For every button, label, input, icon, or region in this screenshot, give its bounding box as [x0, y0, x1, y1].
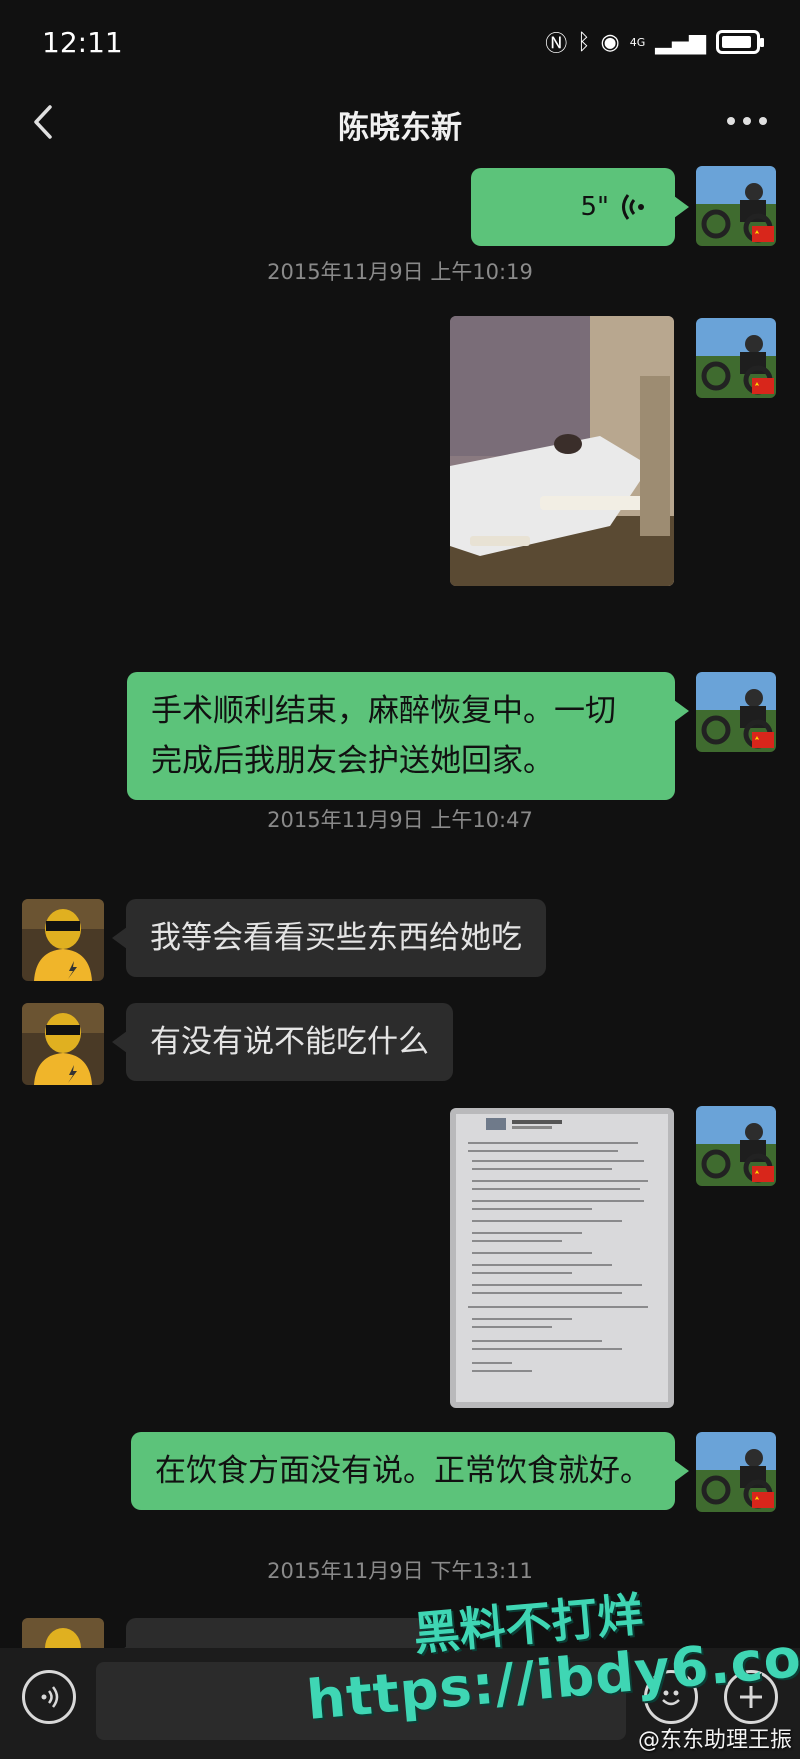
- status-time: 12:11: [42, 26, 123, 59]
- message-text-line: 完成后我朋友会护送她回家。: [151, 743, 554, 779]
- voice-input-icon: [41, 1686, 59, 1708]
- voice-duration: 5": [580, 192, 609, 222]
- message-row: [0, 316, 800, 592]
- timestamp: 2015年11月9日 上午10:19: [267, 260, 533, 284]
- my-avatar[interactable]: [696, 1106, 776, 1186]
- message-list[interactable]: 5" 2015年11月9日 上午10:19 手术顺利结束，麻醉恢复中。一切 完成…: [0, 158, 800, 1648]
- message-text: 我等会看看买些东西给她吃: [150, 920, 522, 956]
- status-icons: Ⓝ ᛒ ◉ 4G ▂▄▆: [545, 26, 764, 58]
- message-row: 我等会看看买些东西给她吃: [0, 899, 800, 981]
- contact-avatar[interactable]: [22, 1003, 104, 1085]
- chat-header: 陈晓东新: [0, 86, 800, 158]
- text-message-bubble[interactable]: 在饮食方面没有说。正常饮食就好。: [131, 1432, 689, 1510]
- chat-title: 陈晓东新: [338, 110, 462, 146]
- message-row: 手术顺利结束，麻醉恢复中。一切 完成后我朋友会护送她回家。: [0, 672, 800, 800]
- contact-avatar[interactable]: [22, 899, 104, 981]
- text-message-bubble[interactable]: [112, 1618, 426, 1648]
- my-avatar[interactable]: [696, 166, 776, 246]
- document-photo-message[interactable]: [450, 1108, 674, 1408]
- battery-icon: [716, 30, 764, 54]
- watermark-credit: @东东助理王振: [637, 1728, 792, 1753]
- message-text: 有没有说不能吃什么: [150, 1024, 429, 1060]
- signal-icon: ▂▄▆: [655, 29, 706, 55]
- message-text-line: 手术顺利结束，麻醉恢复中。一切: [151, 693, 616, 729]
- timestamp: 2015年11月9日 下午13:11: [267, 1559, 533, 1583]
- voice-input-button[interactable]: [22, 1670, 76, 1724]
- voice-wave-icon: [622, 194, 644, 220]
- text-message-bubble[interactable]: 有没有说不能吃什么: [112, 1003, 453, 1081]
- text-message-bubble[interactable]: 我等会看看买些东西给她吃: [112, 899, 546, 977]
- my-avatar[interactable]: [696, 672, 776, 752]
- message-row: [0, 1106, 800, 1408]
- message-text: 在饮食方面没有说。正常饮食就好。: [155, 1453, 651, 1489]
- text-message-bubble[interactable]: 手术顺利结束，麻醉恢复中。一切 完成后我朋友会护送她回家。: [127, 672, 689, 800]
- battery-level: [722, 36, 751, 48]
- message-row: 5": [0, 166, 800, 258]
- status-bar: 12:11 Ⓝ ᛒ ◉ 4G ▂▄▆: [0, 0, 800, 86]
- nfc-icon: Ⓝ: [545, 32, 568, 57]
- photo-message[interactable]: [450, 316, 674, 586]
- my-avatar[interactable]: [696, 318, 776, 398]
- contact-avatar[interactable]: [22, 1618, 104, 1648]
- timestamp: 2015年11月9日 上午10:47: [267, 808, 533, 832]
- network-type: 4G: [629, 35, 646, 49]
- my-avatar[interactable]: [696, 1432, 776, 1512]
- voice-message-bubble[interactable]: 5": [471, 168, 689, 246]
- wifi-icon: ◉: [600, 29, 620, 55]
- more-icon[interactable]: [722, 106, 772, 136]
- message-row: 在饮食方面没有说。正常饮食就好。: [0, 1432, 800, 1512]
- bluetooth-icon: ᛒ: [577, 29, 591, 55]
- message-row: 有没有说不能吃什么: [0, 1003, 800, 1085]
